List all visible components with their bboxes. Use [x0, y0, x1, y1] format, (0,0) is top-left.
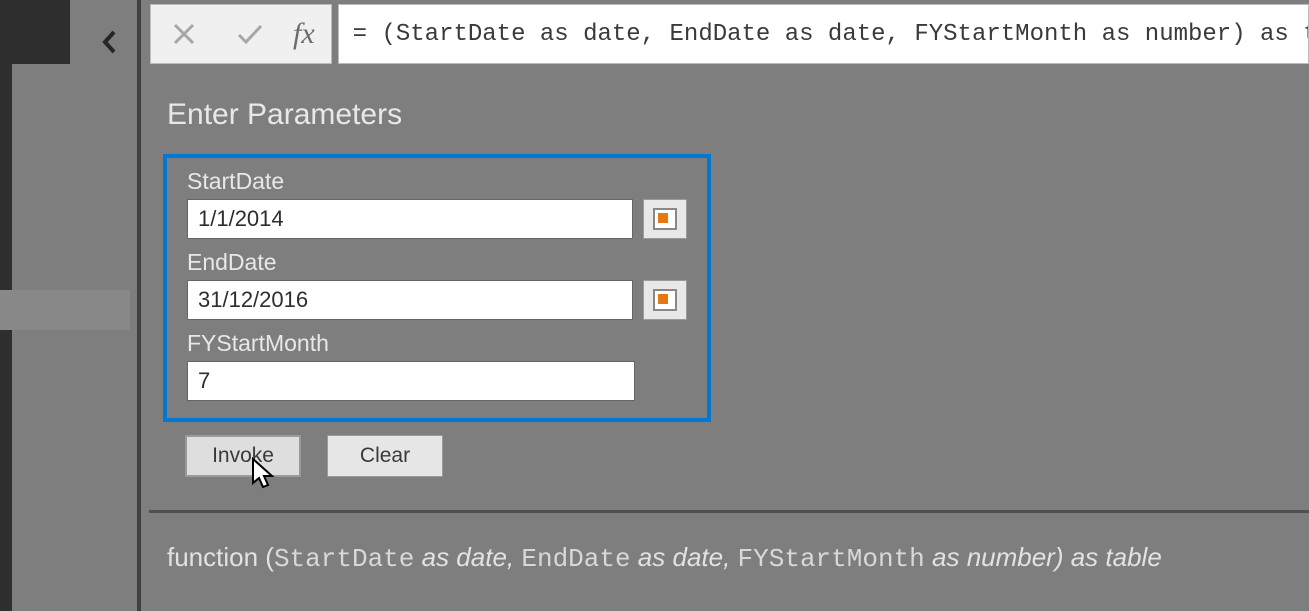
signature-param3: FYStartMonth: [738, 544, 925, 574]
main-area: fx = (StartDate as date, EndDate as date…: [141, 0, 1309, 611]
signature-type1: as date,: [414, 542, 521, 572]
buttons-row: Invoke Clear: [185, 435, 443, 477]
formula-bar: fx = (StartDate as date, EndDate as date…: [150, 4, 1309, 64]
signature-type2: as date,: [631, 542, 738, 572]
calendar-icon: [653, 289, 677, 311]
collapse-sidebar-button[interactable]: [100, 28, 118, 63]
sidebar-dark-strip: [0, 64, 12, 611]
signature-param1: StartDate: [274, 544, 414, 574]
signature-param2: EndDate: [521, 544, 630, 574]
formula-input[interactable]: = (StartDate as date, EndDate as date, F…: [338, 4, 1309, 64]
clear-button[interactable]: Clear: [327, 435, 443, 477]
params-title: Enter Parameters: [167, 98, 402, 132]
check-icon: [235, 21, 265, 47]
param-label: FYStartMonth: [187, 330, 687, 357]
signature-type3: as number) as table: [925, 542, 1162, 572]
invoke-button[interactable]: Invoke: [185, 435, 301, 477]
calendar-icon: [653, 208, 677, 230]
startdate-calendar-button[interactable]: [643, 199, 687, 239]
fx-label: fx: [283, 17, 331, 51]
chevron-left-icon: [100, 28, 118, 56]
cancel-formula-button[interactable]: [151, 4, 217, 64]
fystartmonth-input[interactable]: [187, 361, 635, 401]
sidebar-selected-tab[interactable]: [0, 290, 130, 330]
enddate-calendar-button[interactable]: [643, 280, 687, 320]
close-icon: [171, 21, 197, 47]
signature-prefix: function (: [167, 542, 274, 572]
function-signature: function (StartDate as date, EndDate as …: [167, 542, 1162, 574]
confirm-formula-button[interactable]: [217, 4, 283, 64]
param-group-enddate: EndDate: [187, 249, 687, 320]
param-group-fystartmonth: FYStartMonth: [187, 330, 687, 401]
param-group-startdate: StartDate: [187, 168, 687, 239]
param-label: StartDate: [187, 168, 687, 195]
params-box: StartDate EndDate FYStartMonth: [163, 154, 711, 422]
startdate-input[interactable]: [187, 199, 633, 239]
horizontal-divider: [149, 510, 1309, 513]
sidebar-dark-corner: [0, 0, 70, 64]
formula-button-group: fx: [150, 4, 332, 64]
enddate-input[interactable]: [187, 280, 633, 320]
left-sidebar: [0, 0, 130, 611]
param-label: EndDate: [187, 249, 687, 276]
